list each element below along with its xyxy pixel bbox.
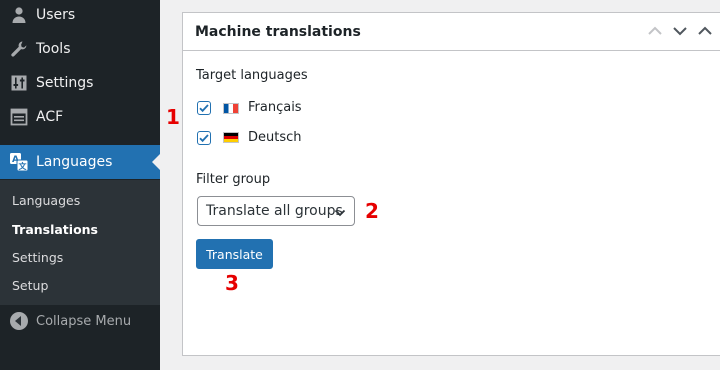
checkbox-deutsch[interactable] xyxy=(197,131,211,145)
machine-translations-postbox: Machine translations Target languages Fr… xyxy=(182,12,720,356)
collapse-menu-label: Collapse Menu xyxy=(36,313,132,329)
menu-item-label: Languages xyxy=(36,154,113,170)
annotation-marker-1: 1 xyxy=(166,105,180,129)
german-flag-icon xyxy=(223,132,239,143)
menu-item-label: Tools xyxy=(36,41,71,57)
submenu-item-settings[interactable]: Settings xyxy=(12,250,63,265)
toggle-panel-icon[interactable] xyxy=(696,22,714,40)
menu-item-label: Settings xyxy=(36,75,94,91)
french-flag-icon xyxy=(223,103,239,114)
translation-icon: A文 xyxy=(9,152,29,172)
collapse-menu-button[interactable]: Collapse Menu xyxy=(0,305,160,337)
annotation-marker-2: 2 xyxy=(365,199,379,223)
submenu-item-languages[interactable]: Languages xyxy=(12,193,80,208)
menu-item-languages[interactable]: A文 Languages xyxy=(0,145,160,179)
menu-item-acf[interactable]: ACF xyxy=(0,100,160,134)
move-down-icon[interactable] xyxy=(671,22,689,40)
filter-group-label: Filter group xyxy=(196,172,271,187)
admin-sidebar: Users Tools Settings ACF A文 Languages La… xyxy=(0,0,160,370)
menu-item-label: Users xyxy=(36,7,76,23)
checkbox-francais[interactable] xyxy=(197,101,211,115)
menu-item-tools[interactable]: Tools xyxy=(0,32,160,66)
collapse-arrow-icon xyxy=(10,312,28,330)
menu-item-users[interactable]: Users xyxy=(0,0,160,32)
chevron-down-icon xyxy=(334,206,346,222)
filter-group-select[interactable]: Translate all groups xyxy=(197,196,355,226)
submenu-item-translations[interactable]: Translations xyxy=(12,222,98,237)
menu-item-label: ACF xyxy=(36,109,64,125)
settings-sliders-icon xyxy=(9,73,29,93)
translate-button[interactable]: Translate xyxy=(196,239,273,269)
move-up-icon[interactable] xyxy=(646,22,664,40)
menu-item-settings[interactable]: Settings xyxy=(0,66,160,100)
wrench-icon xyxy=(9,39,29,59)
postbox-header: Machine translations xyxy=(183,13,720,51)
users-icon xyxy=(9,5,29,25)
submenu-item-setup[interactable]: Setup xyxy=(12,278,48,293)
language-name-deutsch: Deutsch xyxy=(248,130,302,145)
annotation-marker-3: 3 xyxy=(225,271,239,295)
acf-icon xyxy=(9,107,29,127)
svg-text:文: 文 xyxy=(19,161,28,171)
filter-group-value: Translate all groups xyxy=(206,203,343,219)
target-languages-label: Target languages xyxy=(196,68,308,83)
postbox-title: Machine translations xyxy=(195,23,361,40)
languages-submenu: Languages Translations Settings Setup xyxy=(0,180,160,305)
language-name-francais: Français xyxy=(248,100,302,115)
